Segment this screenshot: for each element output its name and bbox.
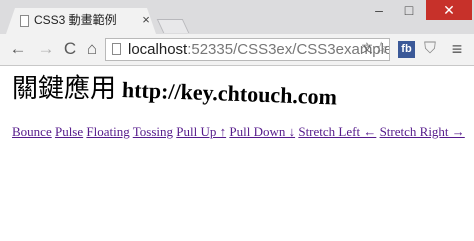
page-content: 關鍵應用 http://key.chtouch.com Bounce Pulse … [0, 66, 474, 241]
link-floating[interactable]: Floating [86, 124, 129, 139]
tab-close-icon[interactable]: × [140, 12, 152, 28]
back-arrow-icon[interactable]: ← [8, 39, 28, 59]
page-heading: 關鍵應用 http://key.chtouch.com [12, 68, 337, 110]
tab-title[interactable]: CSS3 動畫範例 [34, 12, 117, 28]
facebook-extension-icon[interactable]: fb [398, 41, 415, 58]
close-window-button[interactable]: ✕ [426, 0, 472, 20]
new-tab-button[interactable] [156, 19, 190, 33]
shield-extension-icon[interactable]: ⛉ [422, 39, 438, 59]
link-stretch-left[interactable]: Stretch Left ← [298, 124, 376, 139]
minimize-button[interactable]: – [366, 0, 392, 20]
address-bar[interactable]: localhost:52335/CSS3ex/CSS3example.h 文 ☆ [105, 38, 390, 61]
heading-url-text: http://key.chtouch.com [121, 77, 338, 110]
link-pulse[interactable]: Pulse [55, 124, 83, 139]
link-pull-down[interactable]: Pull Down ↓ [229, 124, 295, 139]
menu-icon[interactable]: ≡ [448, 39, 466, 59]
animation-links: Bounce Pulse Floating Tossing Pull Up ↑ … [12, 124, 465, 140]
bookmark-star-icon[interactable]: ☆ [374, 40, 388, 58]
link-bounce[interactable]: Bounce [12, 124, 52, 139]
browser-toolbar: ← → C ⌂ localhost:52335/CSS3ex/CSS3examp… [0, 34, 474, 66]
link-pull-up[interactable]: Pull Up ↑ [176, 124, 226, 139]
link-stretch-right[interactable]: Stretch Right → [380, 124, 465, 139]
document-icon [20, 15, 29, 27]
title-bar: CSS3 動畫範例 × – □ ✕ [0, 0, 474, 34]
home-icon[interactable]: ⌂ [82, 39, 102, 59]
translate-icon[interactable]: 文 [360, 42, 374, 56]
url-text[interactable]: localhost:52335/CSS3ex/CSS3example.h [128, 41, 389, 59]
reload-icon[interactable]: C [60, 39, 80, 59]
page-icon [112, 43, 121, 55]
url-host: localhost [128, 41, 188, 58]
maximize-button[interactable]: □ [396, 0, 422, 20]
forward-arrow-icon[interactable]: → [36, 39, 56, 59]
heading-chinese-text: 關鍵應用 [12, 74, 117, 104]
link-tossing[interactable]: Tossing [133, 124, 173, 139]
